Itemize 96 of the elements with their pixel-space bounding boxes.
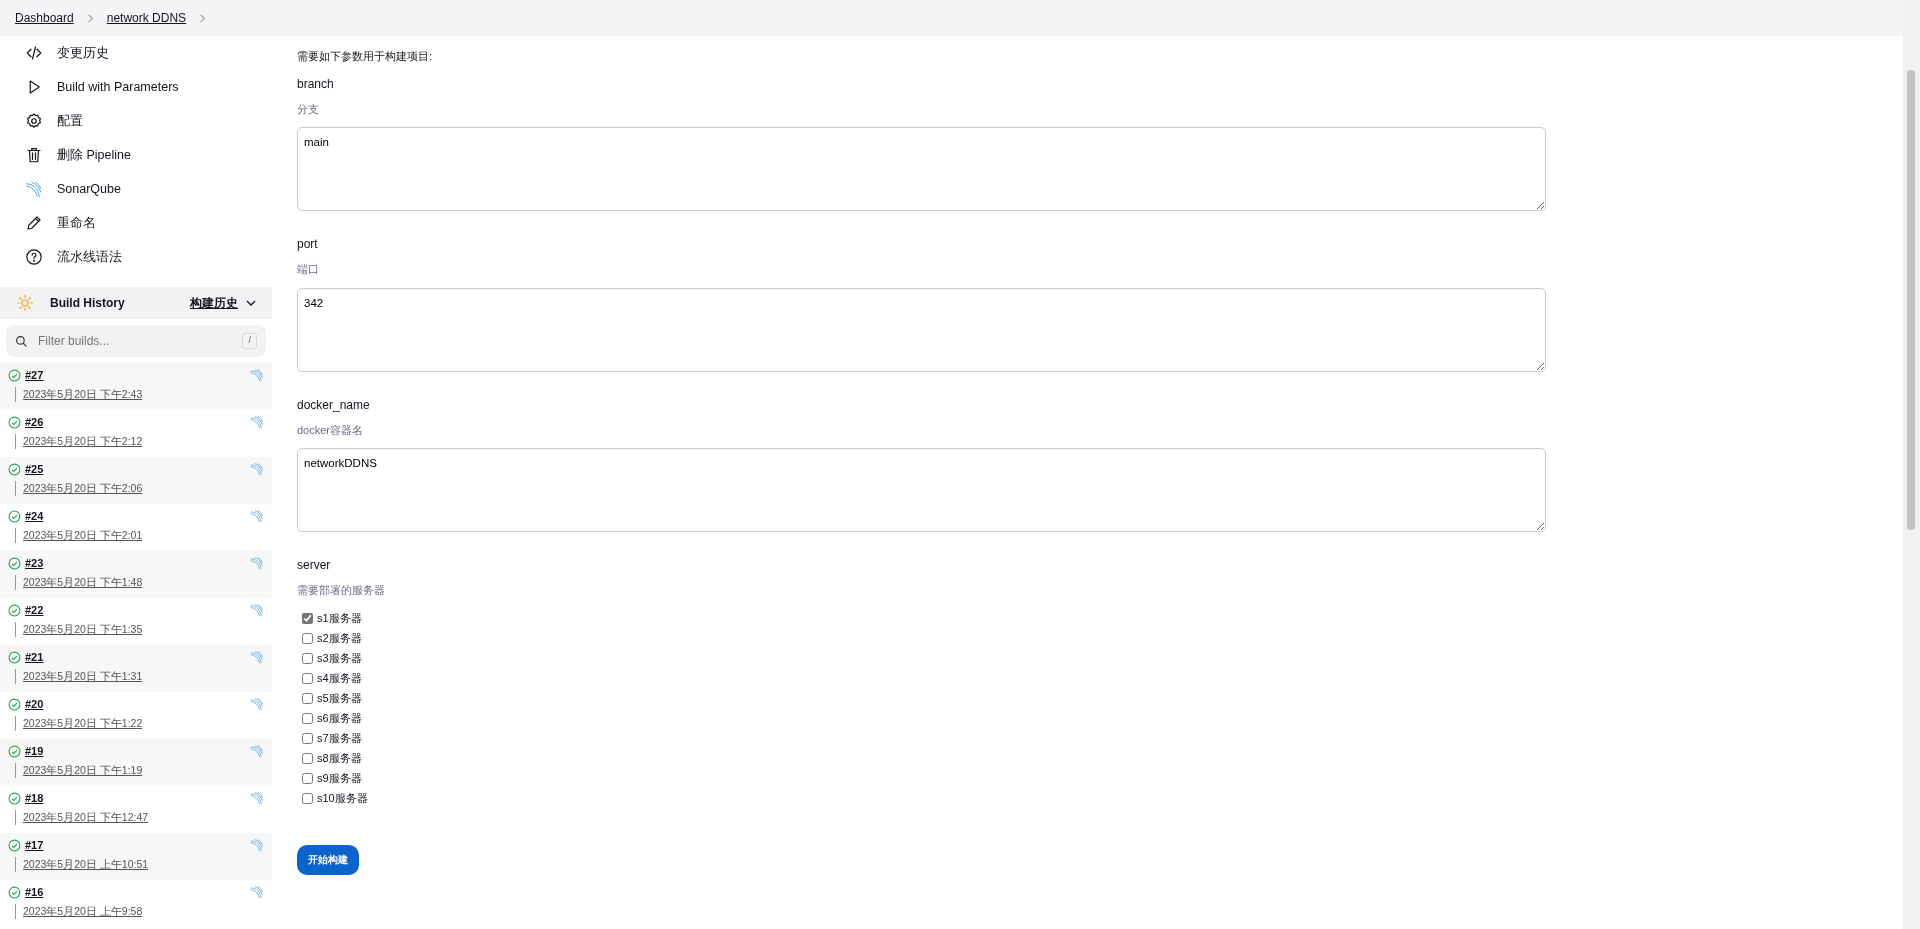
build-time-link[interactable]: 2023年5月20日 下午2:01 — [15, 527, 143, 544]
parameter-description: docker容器名 — [297, 422, 365, 438]
build-button[interactable]: 开始构建 — [297, 844, 359, 875]
history-link[interactable]: 构建历史 — [190, 294, 238, 312]
search-field[interactable]: Filter builds... / — [6, 325, 266, 357]
shortcut-key: / — [242, 333, 257, 349]
filter-input[interactable]: Filter builds... — [36, 331, 235, 351]
scrollbar-thumb[interactable] — [1907, 70, 1915, 530]
text-area-field[interactable]: main — [297, 127, 1546, 211]
checkbox-label[interactable]: s2服务器 — [317, 630, 362, 647]
sidebar-item[interactable]: 删除 Pipeline — [0, 138, 272, 172]
parameter-name: port — [297, 236, 319, 253]
sonar-waves-icon[interactable] — [250, 697, 264, 712]
parameter-description: 端口 — [297, 262, 320, 277]
sun-icon — [16, 294, 34, 312]
sonar-waves-icon[interactable] — [250, 368, 264, 383]
build-number-link[interactable]: #25 — [25, 461, 44, 478]
parameter-name: branch — [297, 75, 335, 93]
parameter-name: docker_name — [297, 396, 371, 414]
build-number-link[interactable]: #22 — [25, 602, 44, 619]
intro-text: 需要如下参数用于构建项目: — [297, 49, 434, 64]
code-icon — [25, 44, 43, 62]
build-time-link[interactable]: 2023年5月20日 下午2:43 — [15, 386, 143, 403]
build-time-link[interactable]: 2023年5月20日 下午1:35 — [15, 621, 143, 638]
build-time-link[interactable]: 2023年5月20日 下午1:19 — [15, 762, 143, 779]
checkbox[interactable] — [302, 753, 313, 764]
checkbox[interactable] — [302, 673, 313, 684]
build-number-link[interactable]: #24 — [25, 508, 44, 525]
checkbox-label[interactable]: s3服务器 — [317, 650, 362, 667]
sonar-waves-icon[interactable] — [250, 838, 264, 853]
settings-icon — [25, 112, 43, 130]
checkbox[interactable] — [302, 633, 313, 644]
chevron-right-icon — [85, 13, 95, 23]
checkbox-label[interactable]: s8服务器 — [317, 750, 362, 767]
parameter-description: 需要部署的服务器 — [297, 583, 386, 598]
checkbox[interactable] — [302, 653, 313, 664]
build-time-link[interactable]: 2023年5月20日 下午2:12 — [15, 433, 143, 450]
text-area-field[interactable]: 342 — [297, 287, 1546, 372]
checkbox-label[interactable]: s5服务器 — [317, 690, 362, 707]
sidebar-item[interactable]: SonarQube — [0, 172, 272, 206]
checkbox[interactable] — [302, 733, 313, 744]
search-icon — [15, 334, 28, 348]
checkbox[interactable] — [302, 793, 313, 804]
sonar-waves-icon[interactable] — [250, 603, 264, 618]
text-area-field[interactable]: networkDDNS — [297, 448, 1546, 532]
sidebar-item[interactable]: 配置 — [0, 104, 272, 138]
sonar-waves-icon — [25, 180, 43, 198]
build-time-link[interactable]: 2023年5月20日 下午1:22 — [15, 715, 143, 732]
sonar-waves-icon[interactable] — [250, 415, 264, 430]
breadcrumb-link[interactable]: network DDNS — [106, 9, 187, 27]
build-time-link[interactable]: 2023年5月20日 下午1:48 — [15, 574, 143, 591]
checkbox-label[interactable]: s4服务器 — [317, 670, 362, 687]
parameter-name: server — [297, 557, 332, 574]
build-number-link[interactable]: #18 — [25, 790, 44, 807]
build-number-link[interactable]: #20 — [25, 696, 44, 713]
breadcrumb-link[interactable]: Dashboard — [15, 9, 74, 27]
chevron-down-icon[interactable] — [246, 298, 256, 308]
help-icon — [25, 248, 43, 266]
trash-icon — [25, 146, 43, 164]
sonar-waves-icon[interactable] — [250, 509, 264, 524]
section-title: Build History — [50, 295, 126, 312]
pencil-icon — [25, 214, 43, 232]
checkbox-label[interactable]: s7服务器 — [317, 730, 362, 747]
checkbox-label[interactable]: s6服务器 — [317, 710, 362, 727]
build-time-link[interactable]: 2023年5月20日 下午2:06 — [15, 480, 143, 497]
sidebar-item[interactable]: 变更历史 — [0, 36, 272, 70]
build-number-link[interactable]: #23 — [25, 555, 44, 572]
build-number-link[interactable]: #19 — [25, 743, 44, 760]
checkbox[interactable] — [302, 613, 313, 624]
checkbox[interactable] — [302, 713, 313, 724]
sonar-waves-icon[interactable] — [250, 791, 264, 806]
sidebar-item[interactable]: Build with Parameters — [0, 70, 272, 104]
sonar-waves-icon[interactable] — [250, 556, 264, 571]
checkbox[interactable] — [302, 693, 313, 704]
chevron-right-icon — [198, 13, 208, 23]
build-number-link[interactable]: #27 — [25, 367, 44, 384]
build-number-link[interactable]: #16 — [25, 884, 44, 901]
sonar-waves-icon[interactable] — [250, 650, 264, 665]
build-time-link[interactable]: 2023年5月20日 上午9:58 — [15, 903, 143, 920]
parameter-description: 分支 — [297, 101, 320, 117]
checkbox-label[interactable]: s1服务器 — [317, 610, 362, 627]
build-number-link[interactable]: #26 — [25, 414, 44, 431]
checkbox[interactable] — [302, 773, 313, 784]
checkbox-label[interactable]: s10服务器 — [317, 790, 368, 807]
sonar-waves-icon[interactable] — [250, 744, 264, 759]
build-time-link[interactable]: 2023年5月20日 下午12:47 — [15, 809, 149, 826]
build-time-link[interactable]: 2023年5月20日 上午10:51 — [15, 856, 149, 873]
build-number-link[interactable]: #21 — [25, 649, 44, 666]
build-time-link[interactable]: 2023年5月20日 下午1:31 — [15, 668, 143, 685]
sidebar-item[interactable]: 流水线语法 — [0, 240, 272, 274]
sonar-waves-icon[interactable] — [250, 885, 264, 900]
sidebar-item[interactable]: 重命名 — [0, 206, 272, 240]
scrollbar[interactable] — [1903, 0, 1920, 929]
build-number-link[interactable]: #17 — [25, 837, 44, 854]
checkbox-label[interactable]: s9服务器 — [317, 770, 362, 787]
sonar-waves-icon[interactable] — [250, 462, 264, 477]
